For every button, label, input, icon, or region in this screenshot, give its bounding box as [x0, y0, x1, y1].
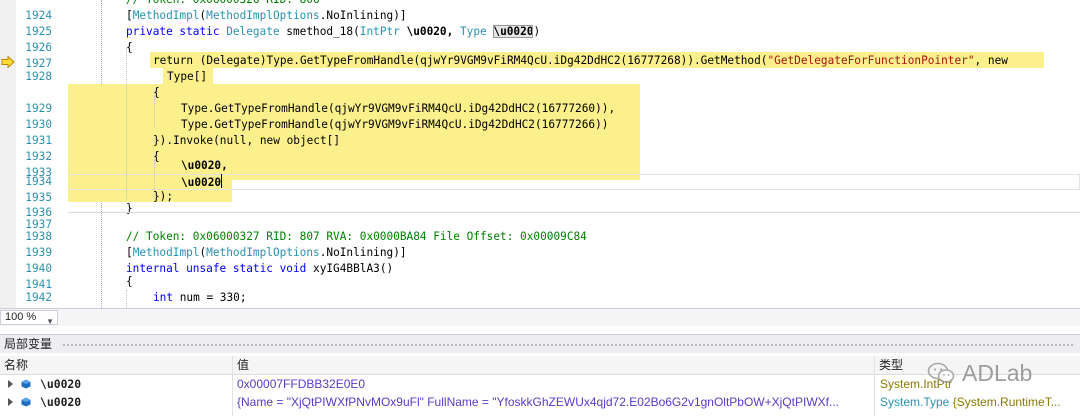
code-line: 1926 private static Delegate smethod_18(… [0, 24, 1080, 54]
field-icon [21, 379, 31, 389]
column-header-label: 类型 [879, 358, 904, 372]
code-line: 1928 return (Delegate)Type.GetTypeFromHa… [0, 53, 1080, 83]
editor-status-bar: 100 % ▼ [0, 308, 1080, 326]
code-text: IntPtr [359, 25, 400, 38]
column-header-value[interactable]: 值 [233, 356, 874, 375]
code-text: private static [126, 25, 227, 38]
code-text: MethodImpl [132, 9, 200, 22]
panel-drag-grip[interactable] [62, 343, 1074, 347]
locals-panel: 局部变量 名称 值 类型 \u0020 0x00007FFDBB32E0E0 S… [0, 334, 1080, 416]
column-header-label: 名称 [4, 358, 29, 372]
variable-type: System.Type {System.RuntimeT... [880, 395, 1061, 409]
code-text: Type [459, 25, 487, 38]
code-line: 1930 Type.GetTypeFromHandle(qjwYr9VGM9vF… [0, 101, 1080, 131]
code-text: Type.GetTypeFromHandle(qjwYr9VGM9vFiRM4Q… [181, 102, 616, 115]
table-row[interactable]: \u0020 {Name = "XjQtPIWXfPNvMOx9uFl" Ful… [0, 393, 1080, 411]
code-text: Type[] [167, 70, 208, 83]
field-icon [21, 397, 31, 407]
code-text: \u0020, [181, 159, 228, 172]
code-text: { [153, 86, 160, 99]
code-text: // Token: 0x06000326 RID: 806 [126, 0, 320, 8]
code-line: 1929 { [0, 85, 1080, 115]
chevron-down-icon: ▼ [46, 317, 54, 326]
panel-title: 局部变量 [4, 337, 53, 351]
variable-name: \u0020 [40, 395, 82, 409]
code-line: 1925 [MethodImpl(MethodImplOptions.NoInl… [0, 8, 1080, 38]
code-text: }).Invoke(null, new object[] [153, 134, 341, 147]
column-header-name[interactable]: 名称 [0, 356, 232, 375]
panel-title-bar[interactable]: 局部变量 [0, 335, 1080, 353]
code-text: { [126, 275, 133, 288]
code-text: .NoInlining)] [319, 246, 407, 259]
code-text: MethodImpl [132, 246, 200, 259]
text-caret [221, 174, 223, 188]
column-header-type[interactable]: 类型 [875, 356, 1080, 375]
code-text: [ [126, 9, 133, 22]
variable-value[interactable]: 0x00007FFDBB32E0E0 [237, 375, 873, 393]
code-line: 1942 { [0, 274, 1080, 304]
code-text: \u0020 [181, 176, 222, 189]
code-text: .NoInlining)] [319, 9, 407, 22]
code-line: 1938 [0, 213, 1080, 243]
code-text: \u0020, [399, 25, 460, 38]
code-text: // Token: 0x06000327 RID: 807 RVA: 0x000… [126, 230, 587, 243]
expand-arrow-icon[interactable] [8, 380, 13, 388]
code-text: \u0020 [493, 25, 534, 38]
code-text: Delegate [226, 25, 280, 38]
code-text: Type.GetTypeFromHandle(qjwYr9VGM9vFiRM4Q… [181, 118, 609, 131]
code-text: MethodImplOptions [206, 246, 320, 259]
code-text: return (Delegate)Type.GetTypeFromHandle(… [153, 54, 768, 67]
variable-value[interactable]: {Name = "XjQtPIWXfPNvMOx9uFl" FullName =… [237, 393, 873, 411]
expand-arrow-icon[interactable] [8, 398, 13, 406]
code-editor[interactable]: 1924 // Token: 0x06000326 RID: 806 1925 … [0, 0, 1080, 308]
variable-type: System.IntPtr [880, 377, 953, 391]
method-separator [68, 212, 1080, 213]
code-text: "GetDelegateForFunctionPointer" [767, 54, 975, 67]
code-line: 1932 }).Invoke(null, new object[] [0, 133, 1080, 163]
code-text: ) [533, 25, 541, 38]
table-row[interactable]: \u0020 0x00007FFDBB32E0E0 System.IntPtr [0, 375, 1080, 393]
code-text: int [153, 291, 174, 304]
code-line: 1939 // Token: 0x06000327 RID: 807 RVA: … [0, 229, 1080, 259]
code-text: num = 330; [173, 291, 247, 304]
code-line: 1934 \u0020, [0, 158, 1080, 188]
code-text: , new [974, 54, 1008, 67]
code-line: 1940 [MethodImpl(MethodImplOptions.NoInl… [0, 245, 1080, 275]
code-line: Type[] [0, 69, 1080, 85]
code-line: 1931 Type.GetTypeFromHandle(qjwYr9VGM9vF… [0, 117, 1080, 147]
code-line: 1943 int num = 330; [0, 290, 1080, 308]
code-text: smethod_18( [279, 25, 360, 38]
variable-name: \u0020 [40, 377, 82, 391]
code-line[interactable]: 1935 \u0020 [0, 174, 1080, 204]
code-text: [ [126, 246, 133, 259]
zoom-dropdown[interactable]: 100 % ▼ [0, 310, 58, 326]
code-line: 1924 // Token: 0x06000326 RID: 806 [0, 0, 1080, 22]
zoom-value: 100 % [5, 311, 37, 323]
column-header-label: 值 [237, 358, 250, 372]
code-text: MethodImplOptions [206, 9, 320, 22]
